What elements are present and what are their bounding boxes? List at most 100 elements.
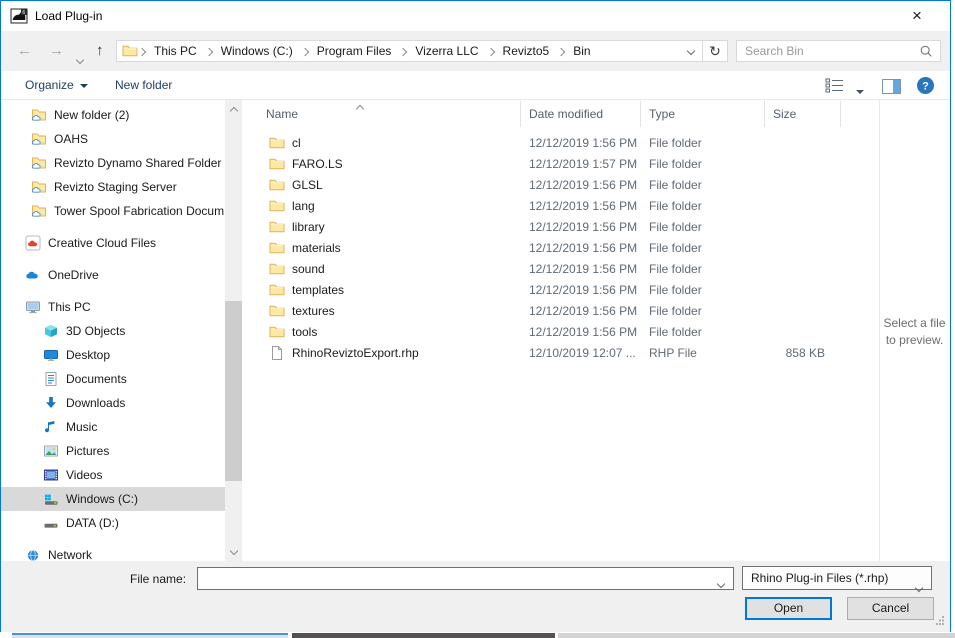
sidebar-item[interactable]: Revizto Staging Server (1, 175, 225, 199)
file-row[interactable]: sound12/12/2019 1:56 PMFile folder (249, 258, 881, 279)
scrollbar-thumb[interactable] (225, 301, 242, 481)
back-icon[interactable]: ← (17, 41, 32, 61)
sidebar-item-label: Tower Spool Fabrication Docum (54, 204, 224, 218)
breadcrumb-separator-icon[interactable] (206, 49, 212, 55)
resize-grip-icon[interactable] (936, 614, 945, 628)
file-name-text: cl (292, 136, 301, 150)
file-row[interactable]: RhinoReviztoExport.rhp12/10/2019 12:07 .… (249, 342, 881, 363)
folder-sync-icon (31, 107, 47, 123)
screen: 6 Load Plug-in × ← → ↑ This PC Windows (C… (0, 0, 955, 638)
sidebar-item[interactable]: 3D Objects (1, 319, 225, 343)
file-name-input[interactable] (198, 568, 709, 589)
sidebar-item[interactable]: OAHS (1, 127, 225, 151)
file-row[interactable]: lang12/12/2019 1:56 PMFile folder (249, 195, 881, 216)
rhino6-app-icon: 6 (10, 7, 28, 25)
sidebar-item[interactable]: Network (1, 543, 225, 561)
type-cell: RHP File (641, 346, 765, 360)
folder-icon (269, 198, 285, 214)
forward-icon[interactable]: → (49, 41, 64, 61)
view-options-icon[interactable] (825, 78, 844, 96)
folder-icon (269, 324, 285, 340)
file-row[interactable]: textures12/12/2019 1:56 PMFile folder (249, 300, 881, 321)
breadcrumb-separator-icon[interactable] (558, 49, 564, 55)
close-button[interactable]: × (896, 1, 938, 31)
sidebar-item-label: Revizto Staging Server (54, 180, 177, 194)
sidebar-item[interactable]: Videos (1, 463, 225, 487)
new-folder-button[interactable]: New folder (115, 78, 172, 92)
help-icon[interactable]: ? (916, 76, 935, 98)
file-name-combo (197, 567, 734, 590)
sidebar-scrollbar[interactable] (225, 100, 242, 561)
breadcrumb-item[interactable]: This PC (146, 44, 205, 58)
background-viewport (558, 633, 955, 638)
navigation-tree: New folder (2)OAHSRevizto Dynamo Shared … (1, 100, 225, 561)
file-row[interactable]: cl12/12/2019 1:56 PMFile folder (249, 132, 881, 153)
breadcrumb-item[interactable]: Program Files (309, 44, 400, 58)
breadcrumb: This PC Windows (C:) Program Files Vizerra … (138, 44, 599, 58)
organize-button[interactable]: Organize (25, 78, 88, 92)
sidebar-item-label: Videos (66, 468, 102, 482)
column-header-type[interactable]: Type (641, 101, 765, 127)
recent-locations-icon[interactable] (77, 49, 83, 69)
breadcrumb-bar[interactable]: This PC Windows (C:) Program Files Vizerra … (116, 40, 728, 62)
breadcrumb-item[interactable]: Vizerra LLC (407, 44, 486, 58)
view-options-dropdown-icon[interactable] (856, 84, 864, 98)
sidebar-item[interactable]: New folder (2) (1, 103, 225, 127)
file-name-label: File name: (130, 572, 186, 586)
sidebar-item-label: This PC (48, 300, 91, 314)
sidebar-item[interactable]: Pictures (1, 439, 225, 463)
file-row[interactable]: FARO.LS12/12/2019 1:57 PMFile folder (249, 153, 881, 174)
scroll-down-icon[interactable] (225, 542, 242, 559)
title-bar[interactable]: 6 Load Plug-in × (1, 1, 950, 31)
breadcrumb-item[interactable]: Windows (C:) (213, 44, 301, 58)
sidebar-item[interactable]: DATA (D:) (1, 511, 225, 535)
search-input[interactable] (737, 41, 920, 61)
sidebar-item[interactable]: Tower Spool Fabrication Docum (1, 199, 225, 223)
folder-icon (269, 282, 285, 298)
file-row[interactable]: library12/12/2019 1:56 PMFile folder (249, 216, 881, 237)
sidebar-item[interactable]: Documents (1, 367, 225, 391)
file-name-dropdown-icon[interactable] (718, 576, 724, 590)
svg-text:6: 6 (22, 10, 25, 16)
sidebar-item[interactable]: Creative Cloud Files (1, 231, 225, 255)
downloads-icon (43, 395, 59, 411)
breadcrumb-separator-icon[interactable] (302, 49, 308, 55)
sidebar-item[interactable]: Downloads (1, 391, 225, 415)
file-row[interactable]: materials12/12/2019 1:56 PMFile folder (249, 237, 881, 258)
file-type-value: Rhino Plug-in Files (*.rhp) (751, 571, 888, 585)
music-icon (43, 419, 59, 435)
breadcrumb-separator-icon[interactable] (139, 49, 145, 55)
file-list-header: NameDate modifiedTypeSize (249, 101, 881, 127)
folder-icon (269, 156, 285, 172)
column-header-date-modified[interactable]: Date modified (521, 101, 641, 127)
sidebar-item[interactable]: Revizto Dynamo Shared Folder (1, 151, 225, 175)
breadcrumb-item[interactable]: Bin (565, 44, 598, 58)
file-row[interactable]: templates12/12/2019 1:56 PMFile folder (249, 279, 881, 300)
date-modified-cell: 12/10/2019 12:07 ... (521, 346, 641, 360)
organize-dropdown-icon (80, 84, 88, 88)
file-row[interactable]: GLSL12/12/2019 1:56 PMFile folder (249, 174, 881, 195)
file-row[interactable]: tools12/12/2019 1:56 PMFile folder (249, 321, 881, 342)
refresh-icon[interactable]: ↻ (702, 41, 727, 61)
column-header-name[interactable]: Name (249, 101, 521, 127)
date-modified-cell: 12/12/2019 1:56 PM (521, 199, 641, 213)
sidebar-item[interactable]: Desktop (1, 343, 225, 367)
preview-pane: Select a file to preview. (879, 100, 949, 561)
breadcrumb-item[interactable]: Revizto5 (495, 44, 558, 58)
breadcrumb-separator-icon[interactable] (488, 49, 494, 55)
load-plugin-dialog: 6 Load Plug-in × ← → ↑ This PC Windows (C… (0, 0, 951, 632)
preview-pane-icon[interactable] (882, 79, 901, 97)
up-icon[interactable]: ↑ (96, 41, 104, 61)
file-type-select[interactable]: Rhino Plug-in Files (*.rhp) (742, 566, 932, 590)
sidebar-item[interactable]: This PC (1, 295, 225, 319)
sidebar-item[interactable]: Music (1, 415, 225, 439)
sidebar-item[interactable]: OneDrive (1, 263, 225, 287)
open-button[interactable]: Open (745, 597, 832, 620)
column-header-size[interactable]: Size (765, 101, 841, 127)
scroll-up-icon[interactable] (225, 102, 242, 119)
cancel-button[interactable]: Cancel (847, 597, 934, 620)
breadcrumb-separator-icon[interactable] (400, 49, 406, 55)
sidebar-item[interactable]: Windows (C:) (1, 487, 225, 511)
address-dropdown-icon[interactable] (680, 41, 702, 61)
file-name-cell: GLSL (249, 177, 521, 193)
